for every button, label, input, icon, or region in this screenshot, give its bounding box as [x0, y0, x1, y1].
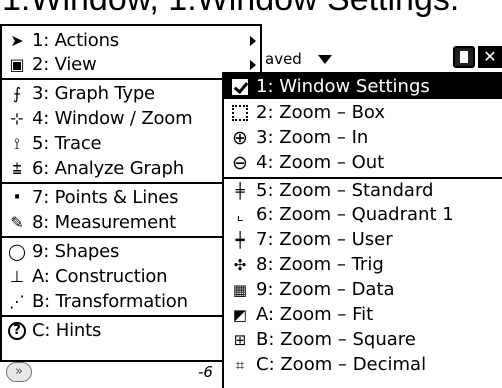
submenu-item-label: 6: Zoom – Quadrant 1: [256, 204, 454, 225]
checkbox-icon: [224, 74, 256, 99]
menu-item-label: 9: Shapes: [32, 241, 120, 262]
zoom-box-icon: [224, 100, 256, 125]
zoom-standard-icon: ╪: [235, 181, 245, 200]
graph-type-icon: ⨍: [12, 84, 22, 103]
submenu-item-zoom-standard[interactable]: ╪ 5: Zoom – Standard: [224, 177, 502, 202]
close-icon[interactable]: ✕: [478, 46, 502, 68]
analyze-graph-icon: ⩲: [12, 158, 22, 178]
shapes-icon: ◯: [8, 242, 26, 261]
submenu-item-zoom-square[interactable]: ⊞ B: Zoom – Square: [224, 327, 502, 352]
chevron-down-icon[interactable]: [318, 55, 332, 64]
submenu-item-zoom-decimal[interactable]: ⌗ C: Zoom – Decimal: [224, 352, 502, 377]
submenu-arrow-icon: [250, 36, 256, 46]
submenu-item-zoom-trig[interactable]: ✣ 8: Zoom – Trig: [224, 252, 502, 277]
menu-item-label: 6: Analyze Graph: [32, 158, 184, 179]
submenu-item-label: 7: Zoom – User: [256, 229, 393, 250]
view-icon: ▣: [9, 55, 25, 74]
submenu-item-zoom-out[interactable]: ⊖ 4: Zoom – Out: [224, 150, 502, 175]
construction-icon: ⊥: [10, 267, 24, 286]
help-icon: ?: [2, 318, 32, 343]
window-zoom-submenu: 1: Window Settings 2: Zoom – Box ⊕ 3: Zo…: [222, 72, 502, 388]
submenu-item-zoom-quadrant[interactable]: ⌞ 6: Zoom – Quadrant 1: [224, 202, 502, 227]
menu-item-label: 4: Window / Zoom: [32, 108, 193, 129]
menu-item-label: A: Construction: [32, 266, 168, 287]
submenu-item-label: A: Zoom – Fit: [256, 304, 374, 325]
zoom-square-icon: ⊞: [233, 330, 247, 349]
submenu-item-label: 2: Zoom – Box: [256, 102, 386, 123]
zoom-trig-icon: ✣: [233, 255, 247, 274]
submenu-item-label: C: Zoom – Decimal: [256, 354, 427, 375]
window-zoom-icon: ⊹: [10, 109, 24, 128]
submenu-item-zoom-user[interactable]: ┿ 7: Zoom – User: [224, 227, 502, 252]
submenu-item-zoom-fit[interactable]: ◩ A: Zoom – Fit: [224, 302, 502, 327]
document-title[interactable]: aved: [265, 50, 302, 68]
zoom-in-icon: ⊕: [232, 126, 248, 149]
menu-item-label: 1: Actions: [32, 30, 119, 51]
transformation-icon: ⋰: [9, 292, 25, 311]
menu-item-label: 8: Measurement: [32, 212, 177, 233]
menu-item-label: B: Transformation: [32, 291, 188, 312]
axis-tick-label: -6: [198, 363, 213, 381]
submenu-item-label: 8: Zoom – Trig: [256, 254, 384, 275]
submenu-item-zoom-data[interactable]: ▦ 9: Zoom – Data: [224, 277, 502, 302]
submenu-item-label: 5: Zoom – Standard: [256, 180, 434, 201]
submenu-item-label: 3: Zoom – In: [256, 127, 369, 148]
submenu-item-zoom-in[interactable]: ⊕ 3: Zoom – In: [224, 125, 502, 150]
submenu-item-window-settings[interactable]: 1: Window Settings: [224, 74, 502, 99]
submenu-item-label: 9: Zoom – Data: [256, 279, 395, 300]
zoom-decimal-icon: ⌗: [235, 355, 245, 374]
menu-item-label: 2: View: [32, 54, 97, 75]
zoom-quadrant-icon: ⌞: [236, 205, 244, 224]
cursor-arrow-icon: ➤: [10, 31, 24, 50]
submenu-item-zoom-box[interactable]: 2: Zoom – Box: [224, 100, 502, 125]
zoom-fit-icon: ◩: [232, 305, 248, 324]
zoom-user-icon: ┿: [235, 230, 245, 249]
expand-icon[interactable]: »: [6, 362, 32, 382]
zoom-data-icon: ▦: [232, 280, 248, 299]
points-lines-icon: ·: [12, 185, 22, 210]
zoom-out-icon: ⊖: [232, 151, 248, 174]
menu-item-label: 7: Points & Lines: [32, 187, 179, 208]
menu-item-label: 3: Graph Type: [32, 83, 155, 104]
battery-icon: [453, 46, 475, 68]
submenu-item-label: B: Zoom – Square: [256, 329, 416, 350]
menu-item-label: 5: Trace: [32, 133, 102, 154]
submenu-arrow-icon: [250, 60, 256, 70]
menu-item-actions[interactable]: ➤ 1: Actions: [2, 28, 260, 53]
submenu-item-label: 4: Zoom – Out: [256, 152, 385, 173]
trace-icon: ⟟: [14, 133, 20, 153]
submenu-item-label: 1: Window Settings: [256, 76, 430, 97]
ruler-icon: ✎: [10, 213, 24, 232]
menu-item-label: C: Hints: [32, 320, 102, 341]
